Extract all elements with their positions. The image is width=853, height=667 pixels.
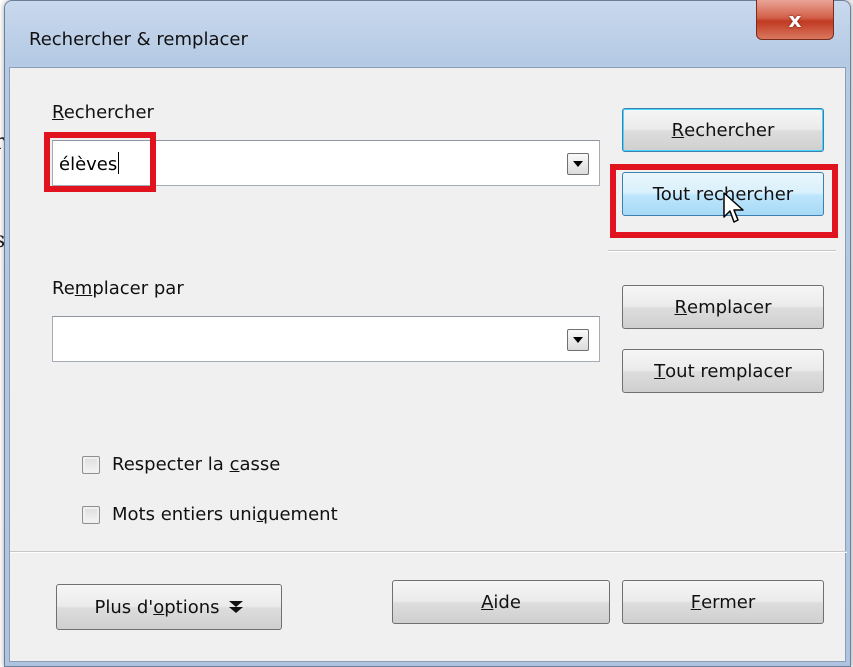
close-button[interactable]: Fermer <box>622 580 824 624</box>
dropdown-arrow-icon <box>573 337 583 343</box>
dropdown-arrow-icon <box>573 161 583 167</box>
search-label: Rechercher <box>52 102 154 123</box>
dialog-title: Rechercher & remplacer <box>29 29 248 50</box>
whole-words-checkbox[interactable] <box>82 505 100 524</box>
search-highlight-box <box>44 132 156 192</box>
mouse-pointer-icon <box>723 192 744 223</box>
double-chevron-down-icon <box>228 601 243 613</box>
separator <box>608 250 836 252</box>
match-case-checkbox[interactable] <box>82 455 100 474</box>
match-case-label: Respecter la casse <box>112 454 281 475</box>
whole-words-option[interactable]: Mots entiers uniquement <box>82 504 338 525</box>
window-close-button[interactable]: x <box>756 0 834 40</box>
replace-label: Remplacer par <box>52 278 184 299</box>
more-options-button[interactable]: Plus d' o ptions <box>56 584 282 630</box>
separator <box>10 551 847 553</box>
find-button[interactable]: Rechercher <box>622 108 824 152</box>
replace-button[interactable]: Remplacer <box>622 285 824 329</box>
match-case-option[interactable]: Respecter la casse <box>82 454 280 475</box>
find-replace-dialog: Rechercher & remplacer x Rechercher élèv… <box>4 0 851 667</box>
replace-combobox[interactable] <box>52 316 600 362</box>
replace-all-button[interactable]: Tout remplacer <box>622 349 824 393</box>
replace-dropdown-button[interactable] <box>567 329 589 351</box>
search-dropdown-button[interactable] <box>567 153 589 175</box>
dialog-client-area: Rechercher élèves Remplacer par Recherch… <box>9 67 847 662</box>
help-button[interactable]: Aide <box>392 580 610 624</box>
whole-words-label: Mots entiers uniquement <box>112 504 338 525</box>
close-icon: x <box>788 7 802 32</box>
